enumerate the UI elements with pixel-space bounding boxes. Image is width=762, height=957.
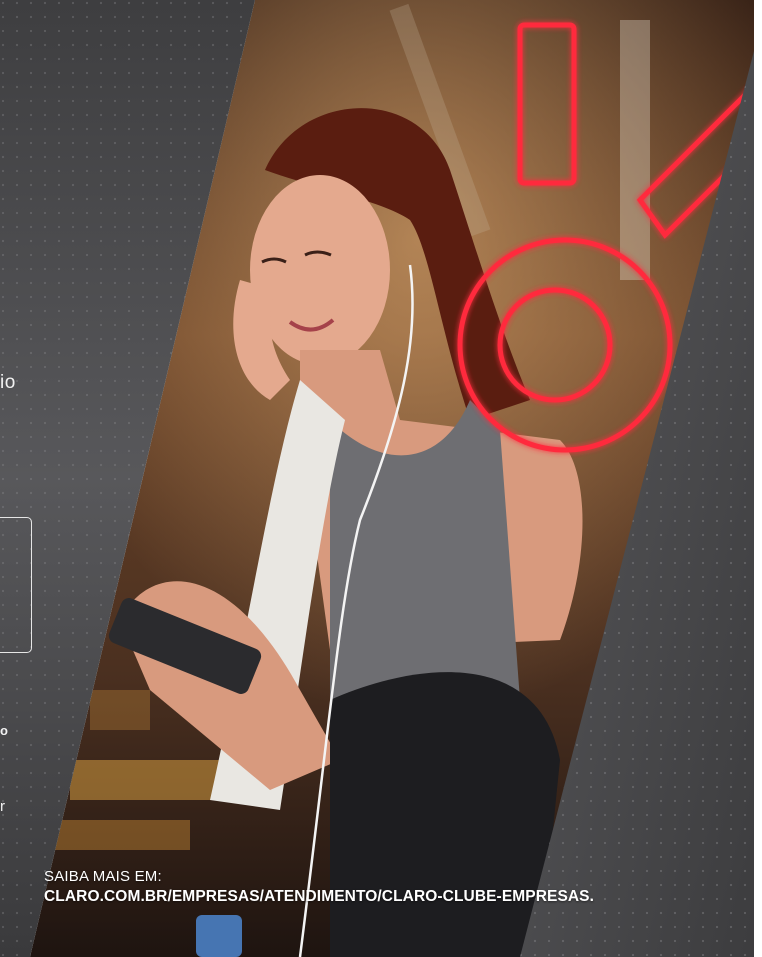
cropped-text-fragment: io (0, 372, 16, 393)
right-margin (754, 0, 762, 957)
cropped-outlined-box (0, 517, 32, 653)
banner-artwork (0, 0, 762, 957)
footer-url-line: CLARO.COM.BR/EMPRESAS/ATENDIMENTO/CLARO-… (44, 886, 594, 908)
promo-banner: io o r SAIBA MAIS EM: CLARO.COM.BR/EMPRE… (0, 0, 762, 957)
footer-url-dot: . (589, 888, 595, 905)
footer-url-link[interactable]: CLARO.COM.BR/EMPRESAS/ATENDIMENTO/CLARO-… (44, 888, 590, 905)
footer-lead-text: SAIBA MAIS EM: (44, 868, 162, 885)
cropped-text-fragment: o (0, 723, 8, 738)
footer-cta: SAIBA MAIS EM: CLARO.COM.BR/EMPRESAS/ATE… (44, 868, 594, 908)
cropped-text-fragment: r (0, 798, 5, 815)
